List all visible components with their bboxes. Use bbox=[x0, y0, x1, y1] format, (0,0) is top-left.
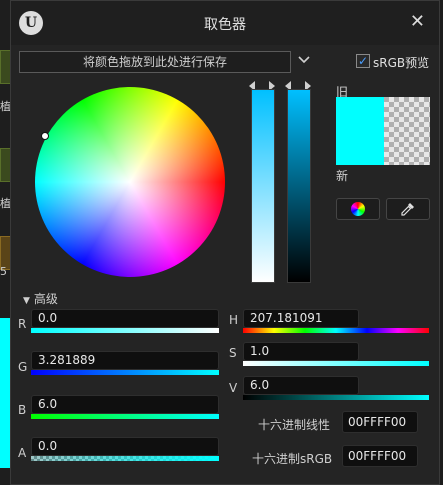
srgb-preview-checkbox[interactable]: ✓ bbox=[356, 54, 370, 68]
h-input[interactable]: 207.181091 bbox=[243, 309, 359, 328]
hex-linear-input[interactable]: 00FFFF00 bbox=[342, 411, 418, 433]
v-input[interactable]: 6.0 bbox=[243, 376, 359, 395]
title-bar[interactable]: U 取色器 ✕ bbox=[11, 1, 439, 45]
saturation-slider[interactable] bbox=[251, 89, 275, 283]
advanced-section-toggle[interactable]: ▼ 高级 bbox=[23, 290, 58, 307]
close-icon[interactable]: ✕ bbox=[410, 11, 425, 32]
g-input[interactable]: 3.281889 bbox=[31, 351, 219, 370]
background-color-bar bbox=[0, 318, 10, 468]
b-slider[interactable] bbox=[31, 414, 219, 419]
eyedropper-icon bbox=[401, 203, 414, 216]
color-wheel-mode-button[interactable] bbox=[336, 198, 380, 220]
triangle-down-icon: ▼ bbox=[23, 296, 30, 306]
background-text: 5 bbox=[0, 265, 7, 278]
g-label: G bbox=[18, 360, 28, 374]
s-label: S bbox=[229, 346, 237, 360]
a-slider[interactable] bbox=[31, 456, 219, 461]
s-input[interactable]: 1.0 bbox=[243, 342, 359, 361]
advanced-label: 高级 bbox=[33, 292, 58, 306]
r-label: R bbox=[18, 317, 27, 331]
v-slider[interactable] bbox=[243, 395, 429, 400]
color-picker-dialog: U 取色器 ✕ 将颜色拖放到此处进行保存 ✓ sRGB预览 旧 新 ▼ 高级 R … bbox=[10, 0, 440, 485]
a-input[interactable]: 0.0 bbox=[31, 437, 219, 456]
color-wheel-icon bbox=[351, 202, 365, 216]
b-input[interactable]: 6.0 bbox=[31, 395, 219, 414]
new-color-label: 新 bbox=[336, 169, 349, 183]
color-drop-zone[interactable]: 将颜色拖放到此处进行保存 bbox=[19, 51, 291, 73]
hex-srgb-label: 十六进制sRGB bbox=[252, 452, 333, 466]
s-slider[interactable] bbox=[243, 361, 429, 366]
dialog-title: 取色器 bbox=[204, 17, 246, 33]
b-label: B bbox=[18, 403, 27, 417]
old-color-swatch[interactable] bbox=[336, 97, 384, 165]
r-input[interactable]: 0.0 bbox=[31, 309, 219, 328]
color-wheel[interactable] bbox=[35, 87, 225, 277]
a-label: A bbox=[18, 446, 27, 460]
srgb-preview-label: sRGB预览 bbox=[373, 56, 430, 70]
eyedropper-button[interactable] bbox=[386, 198, 430, 220]
g-slider[interactable] bbox=[31, 370, 219, 375]
new-color-swatch[interactable] bbox=[384, 97, 430, 165]
hex-srgb-input[interactable]: 00FFFF00 bbox=[342, 445, 418, 467]
chevron-down-icon[interactable] bbox=[297, 53, 311, 67]
value-slider[interactable] bbox=[287, 89, 311, 283]
v-label: V bbox=[229, 381, 238, 395]
h-label: H bbox=[229, 313, 239, 327]
r-slider[interactable] bbox=[31, 328, 219, 333]
hex-linear-label: 十六进制线性 bbox=[258, 418, 331, 432]
color-wheel-marker[interactable] bbox=[41, 132, 49, 140]
h-slider[interactable] bbox=[243, 328, 429, 333]
